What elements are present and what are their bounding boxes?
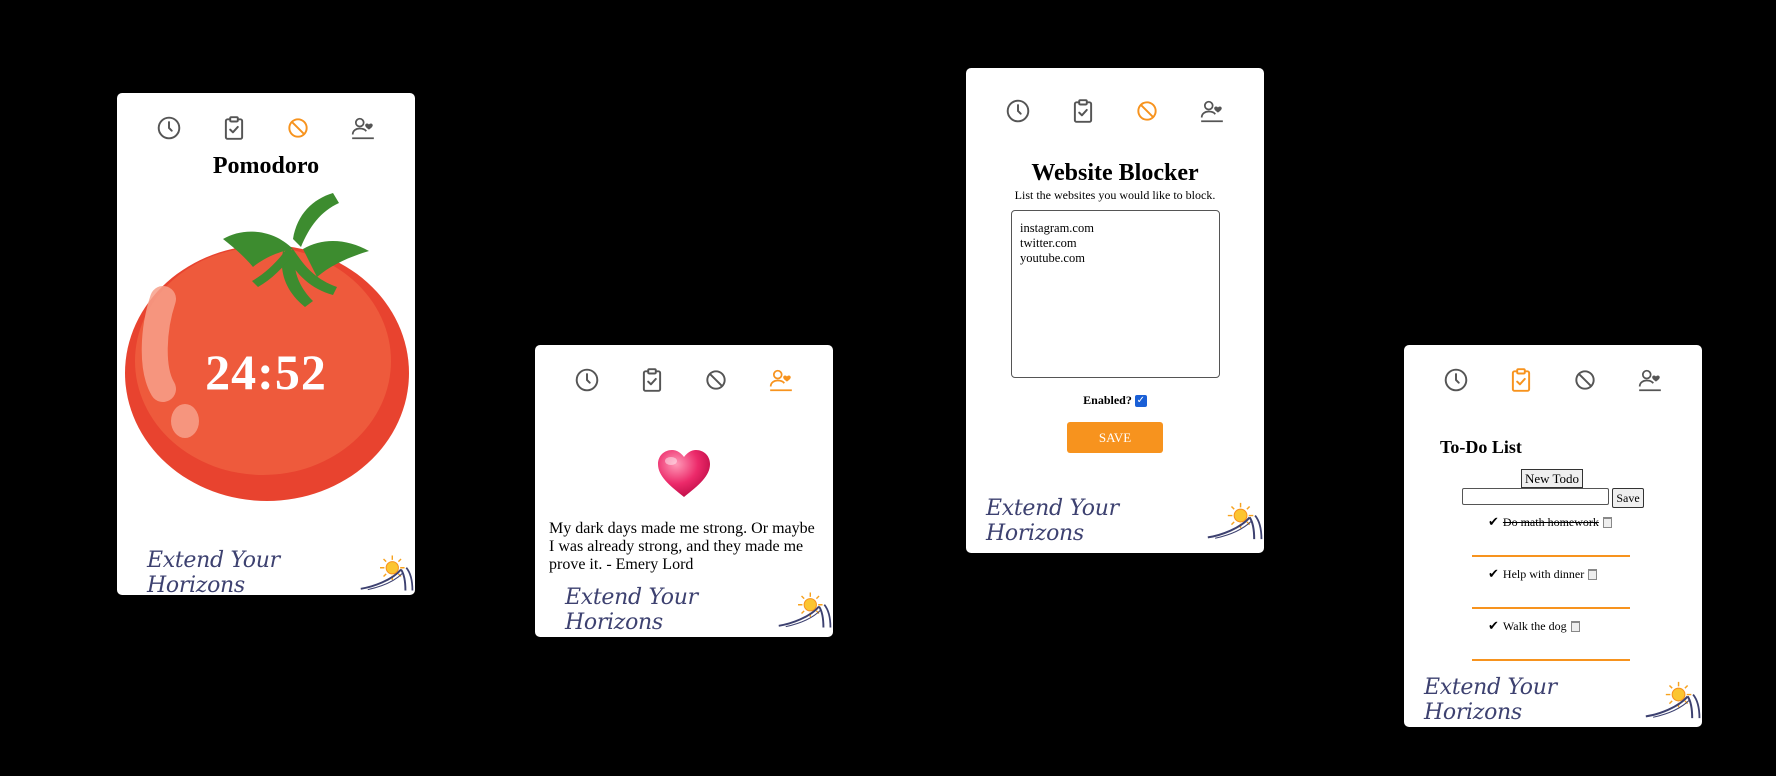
clipboard-check-icon[interactable] xyxy=(221,115,247,141)
page-title: Website Blocker xyxy=(1031,160,1199,186)
block-icon[interactable] xyxy=(1134,98,1160,124)
trash-icon[interactable] xyxy=(1570,621,1580,632)
clock-icon[interactable] xyxy=(1005,98,1031,124)
user-heart-icon[interactable] xyxy=(768,367,794,393)
timer-display: 24:52 xyxy=(205,344,327,400)
brand-logo: Extend Your Horizons xyxy=(986,496,1264,546)
clock-icon[interactable] xyxy=(1443,367,1469,393)
brand-logo: Extend Your Horizons xyxy=(565,585,833,635)
page-title: Pomodoro xyxy=(212,153,320,179)
heart-icon xyxy=(657,449,711,504)
trash-icon[interactable] xyxy=(1588,569,1598,580)
brand-text: Extend Your Horizons xyxy=(1424,675,1557,725)
page-title: To-Do List xyxy=(1440,437,1522,457)
nav-bar xyxy=(966,98,1264,124)
todo-text: Help with dinner xyxy=(1502,567,1585,581)
clipboard-check-icon[interactable] xyxy=(639,367,665,393)
brand-text: Extend Your Horizons xyxy=(986,496,1119,546)
new-todo-button[interactable]: New Todo xyxy=(1521,469,1583,488)
block-icon[interactable] xyxy=(703,367,729,393)
todo-card: To-Do List New Todo Save ✔ Do math homew… xyxy=(1404,345,1702,727)
user-heart-icon[interactable] xyxy=(350,115,376,141)
pomodoro-card: Pomodoro 24:52 Extend Your Horizons xyxy=(117,93,415,595)
todo-input[interactable] xyxy=(1462,488,1609,505)
check-icon[interactable]: ✔ xyxy=(1488,619,1499,634)
quote-card: My dark days made me strong. Or maybe I … xyxy=(535,345,833,637)
check-icon[interactable]: ✔ xyxy=(1488,515,1499,530)
sun-road-icon xyxy=(359,551,415,595)
todo-text: Walk the dog xyxy=(1502,619,1567,633)
sun-road-icon xyxy=(777,588,833,632)
enabled-checkbox[interactable]: ✓ xyxy=(1134,394,1147,407)
save-button[interactable]: SAVE xyxy=(1067,422,1163,453)
block-icon[interactable] xyxy=(1572,367,1598,393)
user-heart-icon[interactable] xyxy=(1637,367,1663,393)
enabled-row: Enabled? ✓ xyxy=(966,393,1264,408)
clipboard-check-icon[interactable] xyxy=(1508,367,1534,393)
sun-road-icon xyxy=(1644,678,1702,722)
todo-text: Do math homework xyxy=(1502,515,1599,529)
divider xyxy=(1472,659,1630,661)
brand-logo: Extend Your Horizons xyxy=(1424,675,1702,725)
brand-text: Extend Your Horizons xyxy=(565,585,698,635)
clock-icon[interactable] xyxy=(574,367,600,393)
page-subtitle: List the websites you would like to bloc… xyxy=(1014,188,1216,202)
brand-text: Extend Your Horizons xyxy=(147,548,280,595)
nav-bar xyxy=(535,367,833,393)
nav-bar xyxy=(1404,367,1702,393)
quote-text: My dark days made me strong. Or maybe I … xyxy=(549,520,815,573)
clipboard-check-icon[interactable] xyxy=(1070,98,1096,124)
sun-road-icon xyxy=(1206,499,1264,543)
block-icon[interactable] xyxy=(285,115,311,141)
brand-logo: Extend Your Horizons xyxy=(147,548,415,595)
todo-item: ✔ Walk the dog xyxy=(1472,609,1632,661)
trash-icon[interactable] xyxy=(1602,517,1612,528)
blocked-sites-textarea[interactable]: instagram.com twitter.com youtube.com xyxy=(1011,210,1220,378)
website-blocker-card: Website Blocker List the websites you wo… xyxy=(966,68,1264,553)
nav-bar xyxy=(117,115,415,141)
todo-item: ✔ Do math homework xyxy=(1472,505,1632,557)
todo-item: ✔ Help with dinner xyxy=(1472,557,1632,609)
enabled-label: Enabled? xyxy=(1083,393,1132,407)
clock-icon[interactable] xyxy=(156,115,182,141)
user-heart-icon[interactable] xyxy=(1199,98,1225,124)
check-icon[interactable]: ✔ xyxy=(1488,567,1499,582)
